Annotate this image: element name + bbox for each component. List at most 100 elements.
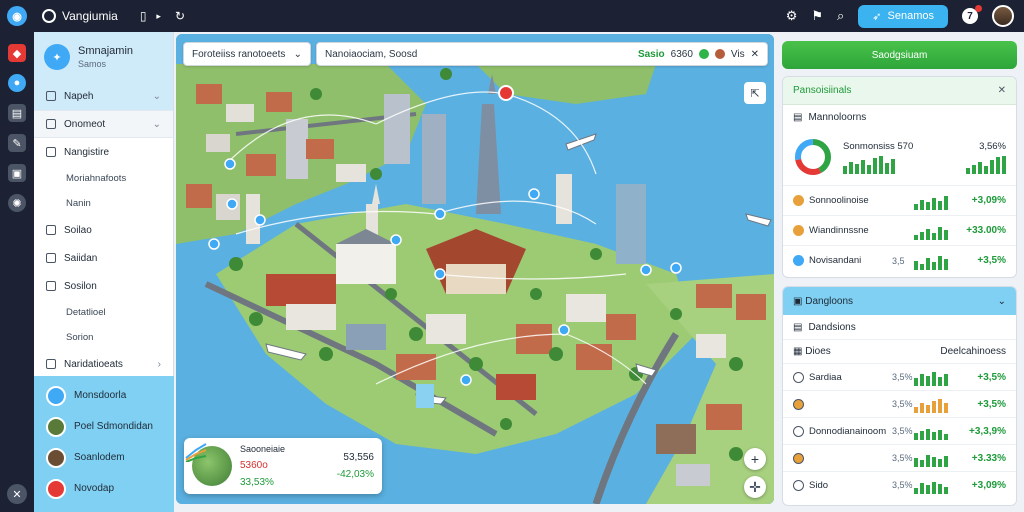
details-row[interactable]: 3,5% +3.33% (783, 444, 1016, 471)
details-panel-header[interactable]: ▣ Dangloons ⌄ (783, 287, 1016, 315)
zoom-in-button[interactable]: + (744, 448, 766, 470)
tools-icon[interactable]: ✕ (7, 484, 27, 504)
pin-icon (46, 385, 66, 406)
grid-icon: ▦ (793, 346, 803, 357)
bookmark-icon[interactable]: ▯ (140, 9, 147, 23)
stats-row-value: +3,09% (971, 195, 1006, 206)
chevron-down-icon[interactable]: ⌄ (998, 296, 1006, 307)
details-row-pct: 3,5% (892, 372, 913, 382)
sidebar-bottom-item-3[interactable]: Novodap (34, 473, 174, 504)
brand[interactable]: Vangiumia (42, 9, 118, 23)
sidebar-item-label: Detatlioel (66, 307, 106, 318)
sidebar-item-5[interactable]: Soilao (34, 216, 173, 244)
stats-row-value: +3,5% (977, 255, 1006, 266)
row-type-icon (793, 479, 804, 491)
summary-label: Sonmonsiss 570 (843, 140, 914, 152)
details-row[interactable]: Sido 3,5% +3,09% (783, 471, 1016, 498)
map-illustration (176, 34, 774, 504)
sidebar-item-9[interactable]: Sorion (34, 325, 173, 350)
app-logo-icon[interactable]: ◉ (0, 6, 34, 26)
row-type-icon (793, 425, 804, 437)
top-action-button[interactable]: ➶ Senamos (858, 4, 948, 28)
notifications-icon[interactable]: 7 (962, 5, 982, 24)
stats-rows: Sonnoolinoise +3,09% Wiandinnssne +33.00% No… (783, 185, 1016, 275)
stats-row[interactable]: Wiandinnssne +33.00% (783, 215, 1016, 245)
sidebar-item-3[interactable]: Moriahnafoots (34, 166, 173, 191)
sidebar-bottom-item-0[interactable]: Monsdoorla (34, 380, 174, 411)
cog-icon[interactable]: ✺ (8, 194, 26, 212)
summary-value: 3,56% (979, 140, 1006, 152)
stats-row-name: Novisandani (809, 255, 862, 266)
stats-row-name: Sonnoolinoise (809, 195, 869, 206)
sidebar-bottom-item-2[interactable]: Soanlodem (34, 442, 174, 473)
image-icon[interactable]: ▣ (8, 164, 26, 182)
mini-bar-chart (914, 368, 948, 386)
sidebar-profile[interactable]: ✦ Smnajamin Samos (34, 32, 173, 82)
search-tag: Vis (730, 48, 745, 60)
details-row-value: +3,5% (977, 398, 1006, 410)
bottom-item-label: Monsdoorla (74, 390, 127, 401)
stats-row[interactable]: Sonnoolinoise +3,09% (783, 185, 1016, 215)
notif-badge (975, 5, 982, 12)
stats-panel-title: Pansoisiinals (793, 85, 852, 96)
details-subtitle: Dandsions (808, 321, 856, 333)
calendar-icon[interactable]: ▤ (8, 104, 26, 122)
filter-dropdown[interactable]: Foroteiiss ranotoeets ⌄ (183, 42, 311, 66)
search-right-group: Sasio 6360 Vis ✕ (638, 49, 759, 60)
caret-right-icon[interactable]: ▸ (156, 11, 161, 22)
sidebar-item-label: Onomeot (64, 118, 106, 130)
brand-name: Vangiumia (62, 9, 118, 23)
location-search-input[interactable]: Nanoiaociam, Soosd Sasio 6360 Vis ✕ (316, 42, 768, 66)
close-icon[interactable]: ✕ (751, 49, 759, 60)
chat-icon[interactable]: ✎ (8, 134, 26, 152)
status-dot-icon (793, 255, 804, 266)
locate-button[interactable]: ✛ (744, 476, 766, 498)
status-dot-icon (793, 195, 804, 206)
user-avatar[interactable] (992, 5, 1014, 27)
settings-gear-icon[interactable]: ⚙ (786, 8, 798, 24)
refresh-icon[interactable]: ↻ (175, 9, 185, 23)
details-row-pct: 3,5% (892, 453, 913, 463)
map-layers-icon[interactable]: ⇱ (744, 82, 766, 104)
top-bar: ◉ Vangiumia ▯ ▸ ↻ ⚙ ⚑ ⌕ ➶ Senamos 7 (0, 0, 1024, 32)
top-action-label: Senamos (887, 10, 934, 22)
menu-square-icon (46, 119, 56, 129)
sidebar-item-10[interactable]: Naridatioeats › (34, 350, 173, 378)
stats-row[interactable]: Novisandani 3,5 +3,5% (783, 245, 1016, 275)
menu-square-icon (46, 281, 56, 291)
sidebar-item-label: Saiidan (64, 252, 98, 264)
sidebar-item-6[interactable]: Saiidan (34, 244, 173, 272)
city-map[interactable]: Foroteiiss ranotoeets ⌄ Nanoiaociam, Soo… (176, 34, 774, 504)
flag-icon[interactable]: ⚑ (811, 8, 823, 24)
search-right-number: 6360 (670, 48, 693, 60)
details-row[interactable]: Sardiaa 3,5% +3,5% (783, 363, 1016, 390)
sidebar-item-1[interactable]: Onomeot ⌄ (34, 110, 173, 138)
sidebar-item-8[interactable]: Detatlioel (34, 300, 173, 325)
card-title: Saooneiaie (240, 444, 286, 454)
sidebar-item-7[interactable]: Sosilon (34, 272, 173, 300)
primary-action-button[interactable]: Saodgsiuam (782, 41, 1017, 69)
card-right-change: -42,03% (336, 469, 374, 480)
sidebar-item-2[interactable]: Nangistire (34, 138, 173, 166)
search-icon[interactable]: ⌕ (837, 8, 844, 24)
sidebar-item-label: Nangistire (64, 146, 110, 158)
folder-icon: ▣ (793, 295, 803, 307)
location-info-card[interactable]: Saooneiaie 5360o 33,53% 53,556 -42,03% (184, 438, 382, 494)
chevron-down-icon: ⌄ (293, 48, 302, 60)
sidebar-item-label: Sorion (66, 332, 94, 343)
bottom-item-label: Poel Sdmondidan (74, 421, 153, 432)
close-icon[interactable]: ✕ (998, 85, 1006, 96)
sidebar-item-label: Moriahnafoots (66, 173, 127, 184)
cube-icon[interactable]: ◆ (8, 44, 26, 62)
search-text: Nanoiaociam, Soosd (325, 48, 418, 60)
chevron-icon: ⌄ (152, 118, 161, 130)
details-row[interactable]: Donnodianainoom 3,5% +3,3,9% (783, 417, 1016, 444)
details-row[interactable]: 3,5% +3,5% (783, 390, 1016, 417)
summary-bars-2 (966, 155, 1006, 174)
drop-icon[interactable]: ● (8, 74, 26, 92)
sidebar-item-4[interactable]: Nanin (34, 191, 173, 216)
sidebar-bottom-item-1[interactable]: Poel Sdmondidan (34, 411, 174, 442)
person-thumb-icon (46, 447, 66, 468)
sidebar-item-0[interactable]: Napeh ⌄ (34, 82, 173, 110)
brand-ring-icon (42, 9, 56, 23)
